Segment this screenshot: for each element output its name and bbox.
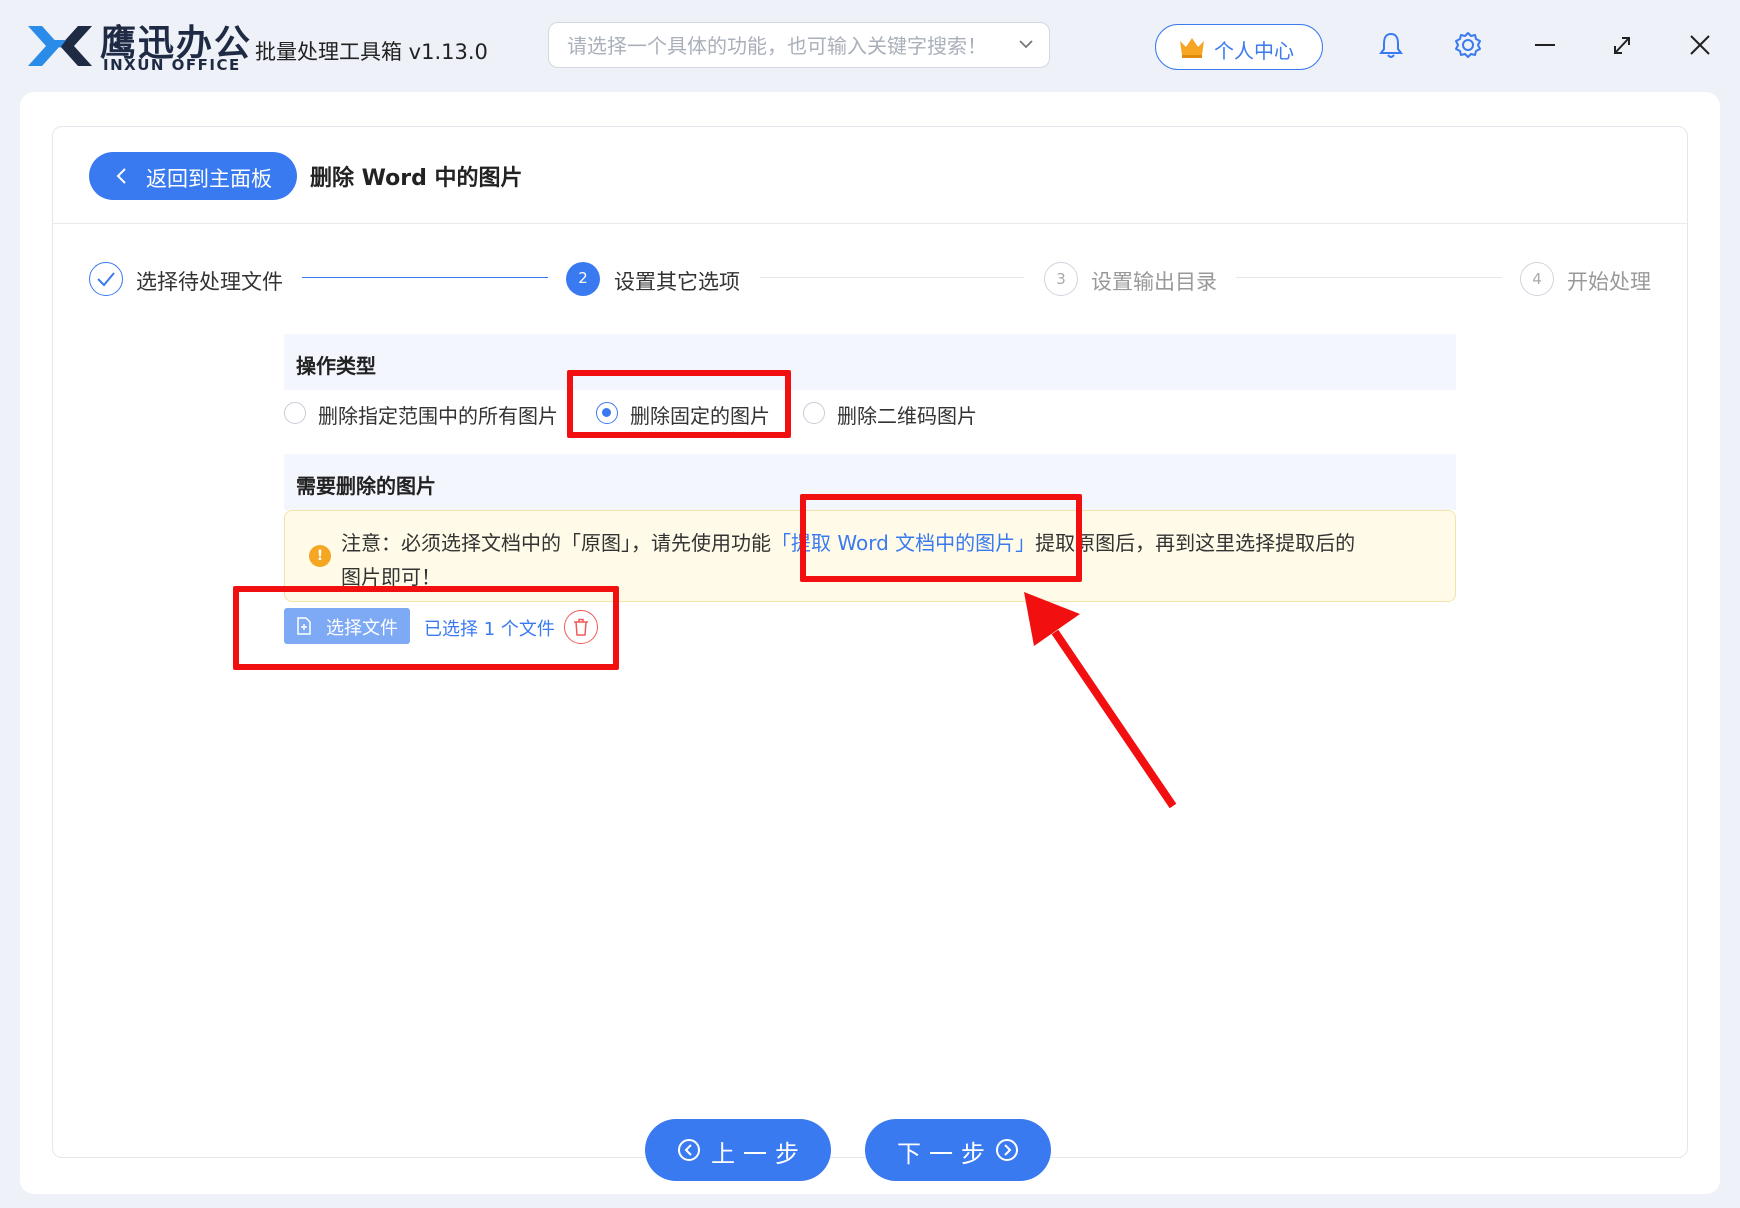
step-2-label: 设置其它选项	[614, 270, 740, 294]
annotation-arrow-icon	[1024, 592, 1177, 809]
close-icon[interactable]	[1684, 28, 1716, 62]
back-to-dashboard-button[interactable]: 返回到主面板	[89, 152, 297, 200]
step-4-label: 开始处理	[1567, 270, 1651, 294]
logo-x-icon	[28, 26, 92, 66]
step-3-number: 3	[1044, 262, 1078, 296]
search-input[interactable]	[565, 31, 1009, 61]
user-center-label: 个人中心	[1214, 39, 1294, 63]
header-divider	[53, 223, 1687, 224]
radio-label: 删除指定范围中的所有图片	[318, 404, 558, 428]
notice-suffix: 提取原图后，再到这里选择提取后的	[1035, 531, 1356, 555]
crown-icon	[1180, 38, 1204, 58]
chevron-left-icon	[116, 168, 126, 184]
bell-icon[interactable]	[1375, 28, 1407, 62]
operation-type-header: 操作类型	[284, 334, 1456, 390]
annotation-highlight-radio	[567, 370, 791, 438]
previous-step-button[interactable]: 上一步	[645, 1119, 831, 1181]
notice-prefix: 注意：必须选择文档中的「原图」，请先使用功能	[341, 531, 771, 555]
function-search-box[interactable]	[548, 22, 1050, 68]
step-connector-2	[760, 277, 1024, 278]
annotation-highlight-file	[233, 586, 619, 670]
step-3-label: 设置输出目录	[1091, 270, 1217, 294]
step-connector-1	[302, 277, 548, 278]
warning-icon: !	[309, 545, 331, 567]
circle-chevron-right-icon	[996, 1139, 1018, 1161]
logo-subtext: INXUN OFFICE	[103, 56, 241, 74]
previous-step-label: 上一步	[711, 1140, 807, 1168]
step-4-number: 4	[1520, 262, 1554, 296]
radio-circle-icon	[284, 402, 306, 424]
radio-delete-qrcode-images[interactable]: 删除二维码图片	[803, 398, 993, 430]
radio-label: 删除二维码图片	[837, 404, 977, 428]
images-section-heading: 需要删除的图片	[296, 474, 436, 498]
radio-circle-icon	[803, 402, 825, 424]
step-connector-3	[1236, 277, 1502, 278]
minimize-icon[interactable]	[1529, 28, 1561, 62]
annotation-highlight-link	[800, 494, 1082, 582]
chevron-down-icon[interactable]	[1017, 35, 1035, 53]
back-button-label: 返回到主面板	[146, 167, 272, 191]
maximize-icon[interactable]	[1606, 28, 1638, 62]
step-1-check-icon	[89, 262, 123, 296]
circle-chevron-left-icon	[678, 1139, 700, 1161]
next-step-label: 下一步	[897, 1140, 993, 1168]
gear-icon[interactable]	[1452, 28, 1484, 62]
step-2-number: 2	[566, 262, 600, 296]
app-title: 批量处理工具箱 v1.13.0	[255, 40, 488, 64]
radio-delete-range-images[interactable]: 删除指定范围中的所有图片	[284, 398, 574, 430]
operation-type-heading: 操作类型	[296, 354, 376, 378]
step-1-label: 选择待处理文件	[136, 270, 283, 294]
next-step-button[interactable]: 下一步	[865, 1119, 1051, 1181]
title-bar: 鹰迅办公 INXUN OFFICE 批量处理工具箱 v1.13.0 个人中心	[0, 0, 1740, 92]
page-title: 删除 Word 中的图片	[310, 166, 523, 191]
user-center-button[interactable]: 个人中心	[1155, 24, 1323, 70]
